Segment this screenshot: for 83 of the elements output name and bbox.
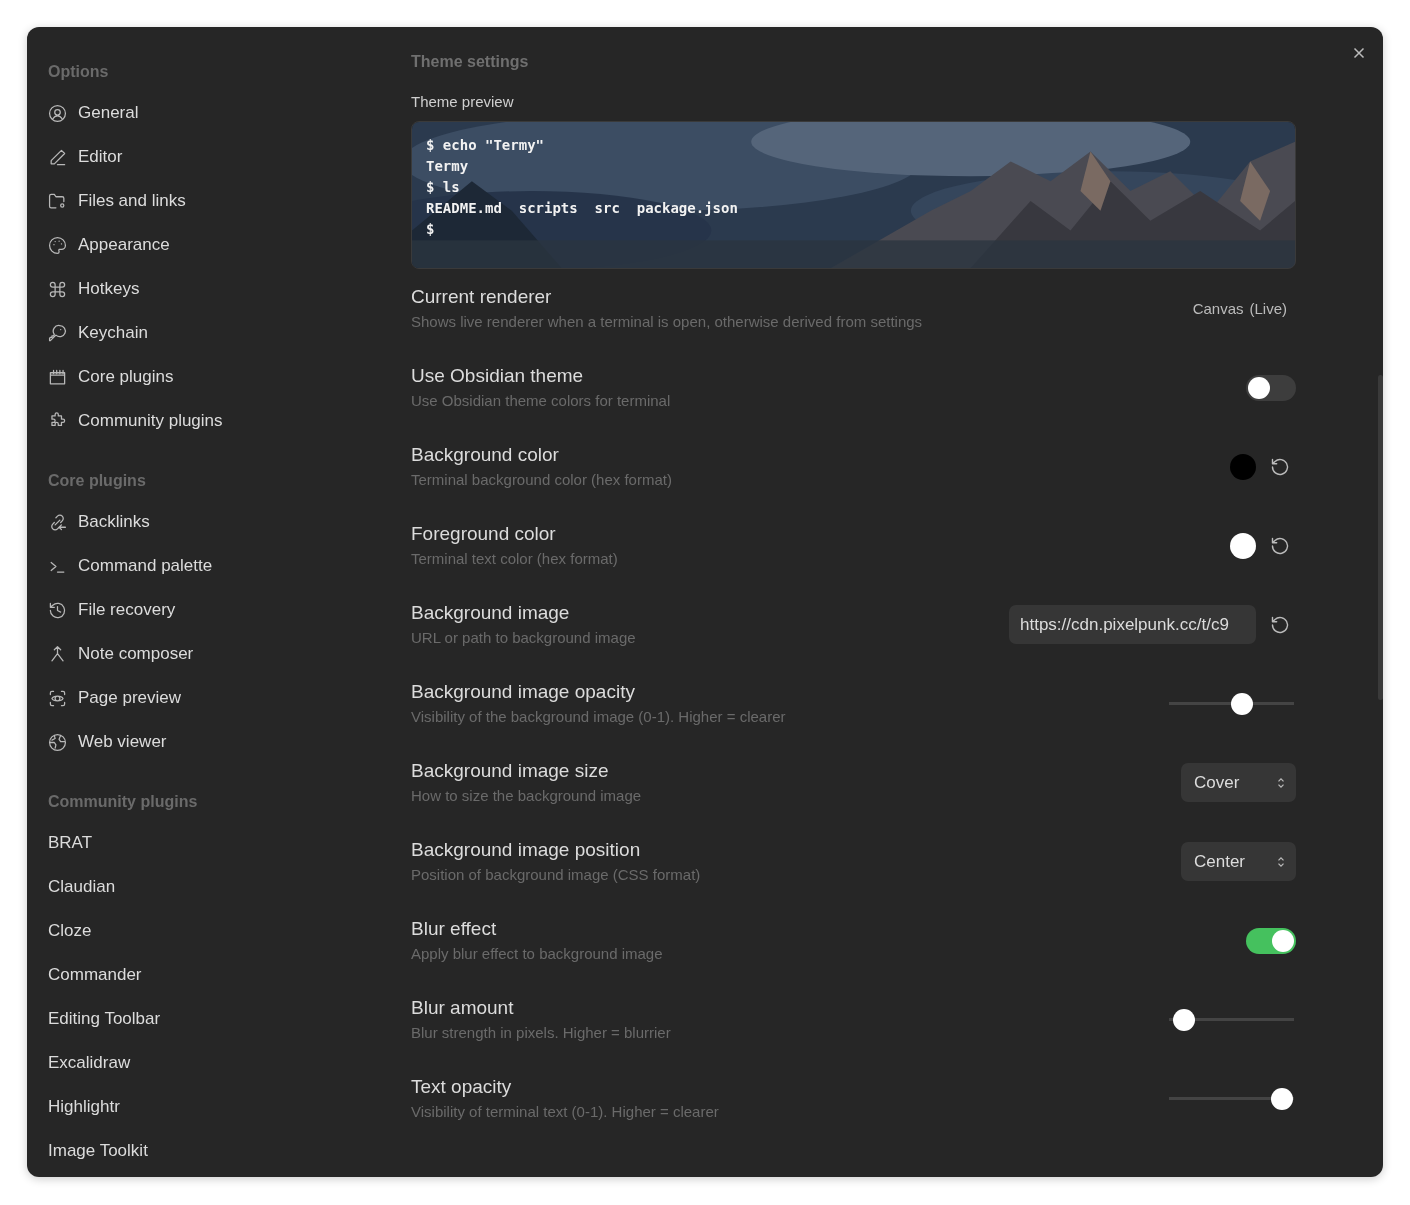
setting-name: Background color — [411, 443, 560, 467]
sidebar-item[interactable]: Keychain — [48, 311, 380, 355]
sidebar-item[interactable]: Web viewer — [48, 720, 380, 764]
sidebar-item[interactable]: BRAT — [48, 821, 380, 865]
eye-scan-icon — [48, 688, 67, 708]
setting-description: Terminal text color (hex format) — [411, 549, 618, 569]
sidebar-item[interactable]: Image Toolkit — [48, 1129, 380, 1173]
sidebar-item[interactable]: Core plugins — [48, 355, 380, 399]
sidebar-item[interactable]: Command palette — [48, 544, 380, 588]
setting-description: Shows live renderer when a terminal is open, otherwise derived from settings — [411, 312, 923, 332]
sidebar-item[interactable]: General — [48, 91, 380, 135]
sidebar-item[interactable]: Files and links — [48, 179, 380, 223]
sidebar-item[interactable]: Claudian — [48, 865, 380, 909]
color-swatch[interactable] — [1230, 453, 1256, 480]
merge-icon — [48, 644, 67, 664]
sidebar-item[interactable]: Highlightr — [48, 1085, 380, 1129]
sidebar-item[interactable]: Editor — [48, 135, 380, 179]
setting-name: Use Obsidian theme — [411, 364, 585, 388]
setting-description: Use Obsidian theme colors for terminal — [411, 391, 671, 411]
setting-name: Current renderer — [411, 285, 553, 309]
dropdown[interactable]: Cover — [1181, 763, 1296, 802]
sidebar-item[interactable]: Backlinks — [48, 500, 380, 544]
history-icon — [48, 600, 67, 620]
setting-description: Terminal background color (hex format) — [411, 470, 672, 490]
sidebar-item[interactable]: Commander — [48, 953, 380, 997]
terminal-line: README.md scripts src package.json — [426, 199, 738, 218]
command-icon — [48, 279, 67, 299]
folder-gear-icon — [48, 191, 67, 211]
setting-description: Blur strength in pixels. Higher = blurrier — [411, 1023, 671, 1043]
sidebar-item[interactable]: Community plugins — [48, 399, 380, 443]
sidebar-item[interactable]: Appearance — [48, 223, 380, 267]
setting-name: Foreground color — [411, 522, 557, 546]
sidebar-item[interactable]: Excalidraw — [48, 1041, 380, 1085]
dropdown[interactable]: Center — [1181, 842, 1296, 881]
reset-icon[interactable] — [1270, 614, 1290, 635]
terminal-line: $ echo "Termy" — [426, 136, 544, 155]
chevron-updown-icon — [1276, 775, 1286, 790]
sidebar-section-title: Options — [48, 62, 110, 82]
globe-icon — [48, 732, 67, 752]
sidebar-section-title: Community plugins — [48, 792, 199, 812]
section-heading: Theme settings — [411, 52, 530, 72]
setting-name: Background image position — [411, 838, 642, 862]
terminal-line: Termy — [426, 157, 469, 176]
toggle-switch[interactable] — [1246, 374, 1296, 401]
terminal-line: $ ls — [426, 178, 460, 197]
sidebar-item[interactable]: Page preview — [48, 676, 380, 720]
setting-name: Text opacity — [411, 1075, 513, 1099]
toggle-switch[interactable] — [1246, 927, 1296, 954]
setting-description: Apply blur effect to background image — [411, 944, 663, 964]
setting-description: URL or path to background image — [411, 628, 636, 648]
slider-thumb[interactable] — [1230, 692, 1253, 715]
renderer-status: (Live) — [1249, 300, 1287, 317]
setting-description: Visibility of terminal text (0-1). Higher = clearer — [411, 1102, 719, 1122]
sidebar-item[interactable]: File recovery — [48, 588, 380, 632]
link-icon — [48, 512, 67, 532]
sidebar-item[interactable]: Cloze — [48, 909, 380, 953]
slider-thumb[interactable] — [1270, 1087, 1293, 1110]
setting-name: Background image size — [411, 759, 610, 783]
renderer-value: Canvas — [1192, 300, 1244, 317]
pencil-icon — [48, 147, 67, 167]
preview-label: Theme preview — [411, 92, 515, 112]
sidebar-item[interactable]: Hotkeys — [48, 267, 380, 311]
slider-thumb[interactable] — [1173, 1008, 1195, 1031]
setting-description: Position of background image (CSS format) — [411, 865, 701, 885]
sidebar-item[interactable]: Editing Toolbar — [48, 997, 380, 1041]
setting-description: How to size the background image — [411, 786, 642, 806]
palette-icon — [48, 235, 67, 255]
setting-description: Visibility of the background image (0-1). Higher = clearer — [411, 707, 786, 727]
setting-name: Background image opacity — [411, 680, 636, 704]
sidebar-section-title: Core plugins — [48, 471, 147, 491]
calendar-icon — [48, 367, 67, 387]
setting-name: Blur effect — [411, 917, 498, 941]
setting-name: Background image — [411, 601, 571, 625]
setting-name: Blur amount — [411, 996, 515, 1020]
reset-icon[interactable] — [1270, 535, 1290, 556]
key-icon — [48, 323, 67, 343]
scrollbar[interactable] — [1378, 375, 1383, 700]
reset-icon[interactable] — [1270, 456, 1290, 477]
color-swatch[interactable] — [1230, 532, 1256, 559]
chevron-updown-icon — [1276, 854, 1286, 869]
sidebar-item[interactable]: Note composer — [48, 632, 380, 676]
terminal-line: $ — [426, 220, 435, 239]
url-input-field[interactable]: https://cdn.pixelpunk.cc/t/c9 — [1009, 605, 1256, 644]
